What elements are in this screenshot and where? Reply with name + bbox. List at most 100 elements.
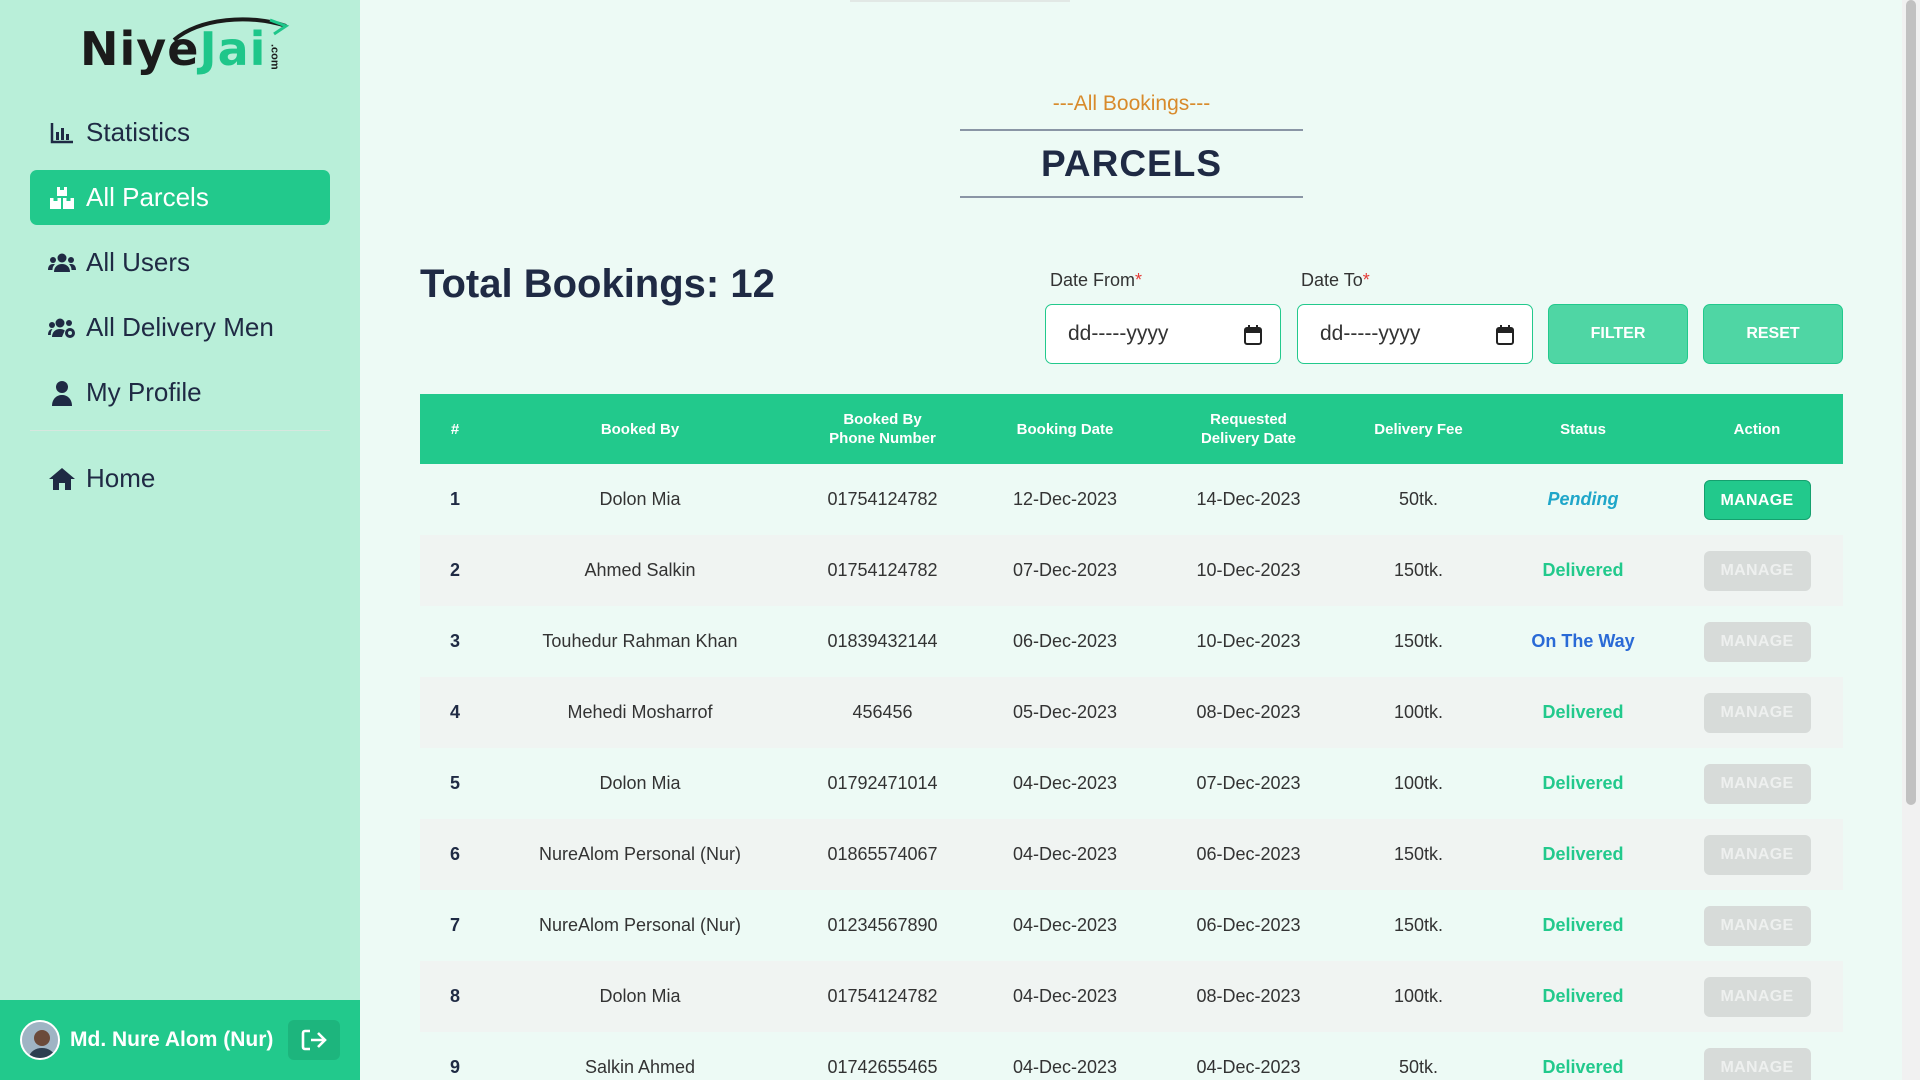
phone-number: 01754124782 (827, 986, 938, 1006)
table-row: 3 Touhedur Rahman Khan 01839432144 06-Dec-2… (420, 606, 1843, 677)
sidebar-item-label: All Delivery Men (86, 312, 274, 342)
user-name: Md. Nure Alom (Nur) (70, 1028, 274, 1051)
action-cell: MANAGE (1671, 961, 1843, 1032)
delivery-fee: 100tk. (1393, 702, 1444, 722)
status-cell: Delivered (1495, 677, 1671, 748)
booking-date: 06-Dec-2023 (1012, 631, 1118, 651)
sidebar-item-my-profile[interactable]: My Profile (30, 365, 330, 420)
booked-by: Dolon Mia (599, 986, 681, 1006)
avatar[interactable] (20, 1020, 60, 1060)
sidebar-divider (30, 430, 330, 431)
action-cell: MANAGE (1671, 535, 1843, 606)
manage-button[interactable]: MANAGE (1703, 905, 1811, 946)
home-icon (48, 465, 76, 493)
status-cell: Delivered (1495, 1032, 1671, 1080)
date-from-input[interactable]: dd-----yyyy (1045, 304, 1281, 364)
booked-by: Ahmed Salkin (584, 560, 696, 580)
booking-date: 07-Dec-2023 (1012, 560, 1118, 580)
column-header-number: # (450, 420, 460, 438)
booking-date: 04-Dec-2023 (1012, 844, 1118, 864)
delivery-fee: 150tk. (1393, 560, 1444, 580)
sidebar-item-home[interactable]: Home (30, 451, 330, 506)
requested-delivery-date: 04-Dec-2023 (1196, 1057, 1301, 1077)
requested-delivery-date: 08-Dec-2023 (1196, 702, 1301, 722)
action-cell: MANAGE (1671, 606, 1843, 677)
logo-suffix: .com (268, 44, 281, 70)
delivery-fee: 100tk. (1393, 986, 1444, 1006)
status-badge: Delivered (1542, 702, 1624, 722)
requested-delivery-date: 14-Dec-2023 (1196, 489, 1301, 509)
column-header-booking-date: Booking Date (1016, 420, 1114, 438)
calendar-icon[interactable] (1244, 325, 1262, 345)
scrollbar-thumb[interactable] (1906, 0, 1916, 805)
date-to-input[interactable]: dd-----yyyy (1297, 304, 1533, 364)
logout-button[interactable] (288, 1020, 340, 1060)
manage-button[interactable]: MANAGE (1703, 479, 1811, 520)
sidebar-item-statistics[interactable]: Statistics (30, 105, 330, 160)
status-cell: Pending (1495, 464, 1671, 535)
sidebar-item-label: My Profile (86, 377, 202, 407)
page-subtitle: ---All Bookings--- (1052, 92, 1211, 115)
total-bookings: Total Bookings: 12 (420, 262, 775, 306)
brand-logo[interactable]: NiyeJai .com (80, 14, 290, 78)
booking-date: 12-Dec-2023 (1012, 489, 1118, 509)
manage-button[interactable]: MANAGE (1703, 763, 1811, 804)
phone-number: 01792471014 (827, 773, 938, 793)
reset-button[interactable]: RESET (1703, 304, 1843, 364)
sidebar-item-all-parcels[interactable]: All Parcels (30, 170, 330, 225)
row-number: 9 (449, 1057, 460, 1077)
phone-number: 01234567890 (827, 915, 938, 935)
manage-button[interactable]: MANAGE (1703, 692, 1811, 733)
requested-delivery-date: 10-Dec-2023 (1196, 560, 1301, 580)
table-row: 8 Dolon Mia 01754124782 04-Dec-2023 08-Dec-2… (420, 961, 1843, 1032)
sidebar-item-label: All Users (86, 247, 191, 277)
table-row: 5 Dolon Mia 01792471014 04-Dec-2023 07-Dec-2… (420, 748, 1843, 819)
action-cell: MANAGE (1671, 819, 1843, 890)
booking-date: 04-Dec-2023 (1012, 986, 1118, 1006)
page-title-box: PARCELS (960, 129, 1303, 198)
requested-delivery-date: 06-Dec-2023 (1196, 915, 1301, 935)
manage-button[interactable]: MANAGE (1703, 621, 1811, 662)
calendar-icon[interactable] (1496, 325, 1514, 345)
manage-button[interactable]: MANAGE (1703, 1047, 1811, 1080)
filter-button[interactable]: FILTER (1548, 304, 1688, 364)
delivery-fee: 50tk. (1398, 489, 1439, 509)
sidebar-item-all-users[interactable]: All Users (30, 235, 330, 290)
phone-number: 01865574067 (827, 844, 938, 864)
action-cell: MANAGE (1671, 1032, 1843, 1080)
booking-date: 05-Dec-2023 (1012, 702, 1118, 722)
booked-by: Salkin Ahmed (584, 1057, 696, 1077)
delivery-fee: 150tk. (1393, 631, 1444, 651)
table-row: 1 Dolon Mia 01754124782 12-Dec-2023 14-Dec-2… (420, 464, 1843, 535)
user-icon (48, 379, 76, 407)
manage-button[interactable]: MANAGE (1703, 976, 1811, 1017)
row-number: 2 (449, 560, 460, 580)
row-number: 7 (449, 915, 460, 935)
users-gear-icon (48, 314, 76, 342)
phone-number: 01754124782 (827, 489, 938, 509)
action-cell: MANAGE (1671, 677, 1843, 748)
chart-bar-icon (48, 119, 76, 147)
action-cell: MANAGE (1671, 464, 1843, 535)
status-badge: Delivered (1542, 915, 1624, 935)
sidebar-item-all-delivery-men[interactable]: All Delivery Men (30, 300, 330, 355)
manage-button[interactable]: MANAGE (1703, 834, 1811, 875)
column-header-requested-date: Requested Delivery Date (1200, 411, 1297, 447)
status-badge: Delivered (1542, 560, 1624, 580)
table-row: 7 NureAlom Personal (Nur) 01234567890 04-De… (420, 890, 1843, 961)
booked-by: Dolon Mia (599, 773, 681, 793)
column-header-action: Action (1733, 420, 1781, 438)
status-cell: Delivered (1495, 535, 1671, 606)
table-row: 4 Mehedi Mosharrof 456456 05-Dec-2023 08-Dec… (420, 677, 1843, 748)
booked-by: NureAlom Personal (Nur) (538, 915, 742, 935)
users-icon (48, 249, 76, 277)
booked-by: Touhedur Rahman Khan (542, 631, 738, 651)
row-number: 1 (449, 489, 460, 509)
phone-number: 01839432144 (827, 631, 938, 651)
requested-delivery-date: 06-Dec-2023 (1196, 844, 1301, 864)
phone-number: 01754124782 (827, 560, 938, 580)
manage-button[interactable]: MANAGE (1703, 550, 1811, 591)
column-header-booked-by: Booked By (600, 420, 680, 438)
page-title: PARCELS (1040, 142, 1223, 184)
phone-number: 01742655465 (827, 1057, 938, 1077)
